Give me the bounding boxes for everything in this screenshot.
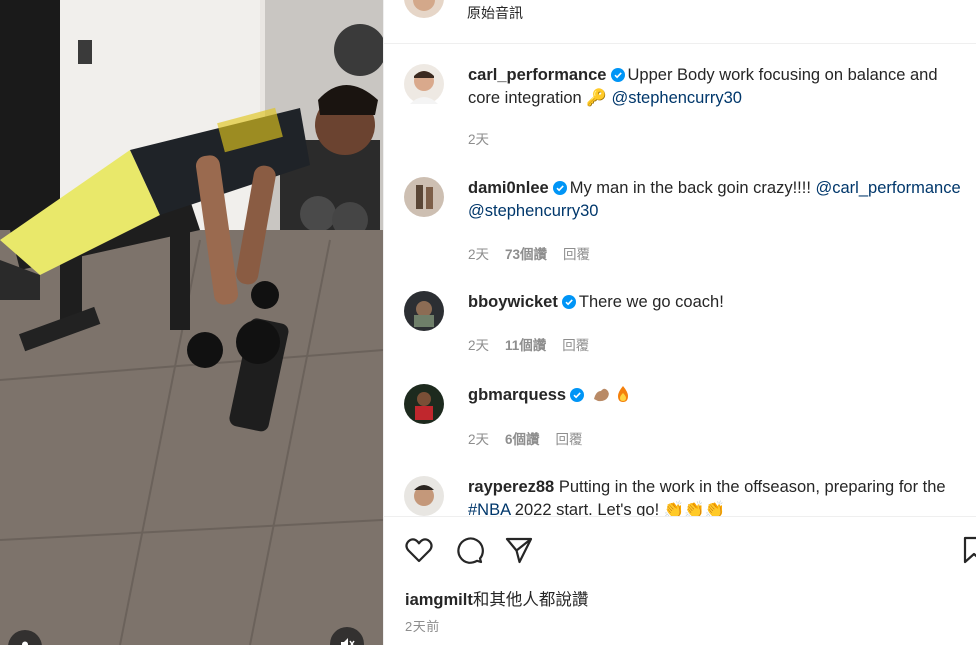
comment-text: There we go coach! (578, 293, 724, 311)
liked-by-username[interactable]: iamgmilt (405, 591, 473, 609)
user-icon (22, 641, 28, 645)
comment-meta: 2天 (468, 128, 505, 148)
comment-body: bboywicket There we go coach! (468, 291, 973, 314)
comment-meta: 2天 73個讚 回覆 (468, 243, 606, 263)
comment-body: rayperez88 Putting in the work in the of… (468, 476, 973, 516)
post-header: 原始音訊 (384, 0, 976, 44)
liked-by-summary[interactable]: iamgmilt和其他人都說讚 (405, 586, 588, 610)
comment-time[interactable]: 2天 (468, 338, 489, 353)
reply-button[interactable]: 回覆 (562, 338, 589, 353)
comment-username[interactable]: bboywicket (468, 293, 558, 311)
comment-body: dami0nlee My man in the back goin crazy!!… (468, 177, 973, 223)
avatar[interactable] (404, 177, 444, 217)
workout-video-frame (0, 0, 383, 645)
verified-badge-icon (561, 295, 576, 309)
comment-username[interactable]: carl_performance (468, 66, 607, 84)
comment-text: My man in the back goin crazy!!!! (569, 179, 816, 197)
post-side-panel: 原始音訊 carl_performance Upper Body work foc… (383, 0, 976, 645)
comment-body: gbmarquess (468, 384, 973, 407)
comment-username[interactable]: rayperez88 (468, 478, 554, 496)
comment-likes[interactable]: 6個讚 (505, 432, 540, 447)
post-media[interactable] (0, 0, 383, 645)
bookmark-icon[interactable] (959, 535, 976, 565)
comment-meta: 2天 11個讚 回覆 (468, 334, 605, 354)
comment-time[interactable]: 2天 (468, 132, 489, 147)
verified-badge-icon (610, 68, 625, 82)
audio-label[interactable]: 原始音訊 (467, 3, 523, 23)
avatar[interactable] (404, 291, 444, 331)
heart-icon[interactable] (404, 535, 434, 565)
fire-icon (617, 386, 628, 402)
comment-mention[interactable]: @stephencurry30 (611, 89, 742, 107)
verified-badge-icon (570, 388, 585, 402)
reply-button[interactable]: 回覆 (556, 432, 583, 447)
comment-likes[interactable]: 11個讚 (505, 338, 546, 353)
comment-text: Putting in the work in the offseason, pr… (558, 478, 946, 496)
verified-badge-icon (552, 181, 567, 195)
comment-likes[interactable]: 73個讚 (505, 247, 547, 262)
comment-meta: 2天 6個讚 回覆 (468, 428, 599, 448)
comment-icon[interactable] (454, 535, 484, 565)
comment-username[interactable]: gbmarquess (468, 386, 566, 404)
comment-text-tail: 2022 start. Let's go! 👏👏👏 (510, 501, 726, 516)
speaker-muted-icon (341, 638, 355, 645)
comment-username[interactable]: dami0nlee (468, 179, 549, 197)
post-actions: iamgmilt和其他人都說讚 2天前 (384, 516, 976, 645)
share-icon[interactable] (504, 535, 534, 565)
liked-by-suffix: 和其他人都說讚 (472, 591, 589, 609)
comment-hashtag[interactable]: #NBA (468, 501, 510, 516)
author-avatar[interactable] (404, 0, 444, 18)
comment-time[interactable]: 2天 (468, 432, 489, 447)
reply-button[interactable]: 回覆 (563, 247, 590, 262)
flexed-biceps-icon (593, 388, 609, 402)
avatar[interactable] (404, 64, 444, 104)
comment-time[interactable]: 2天 (468, 247, 489, 262)
post-time[interactable]: 2天前 (405, 616, 440, 635)
avatar[interactable] (404, 476, 444, 516)
avatar[interactable] (404, 384, 444, 424)
comments-list[interactable]: carl_performance Upper Body work focusing… (384, 44, 976, 516)
comment-body: carl_performance Upper Body work focusing… (468, 64, 973, 110)
